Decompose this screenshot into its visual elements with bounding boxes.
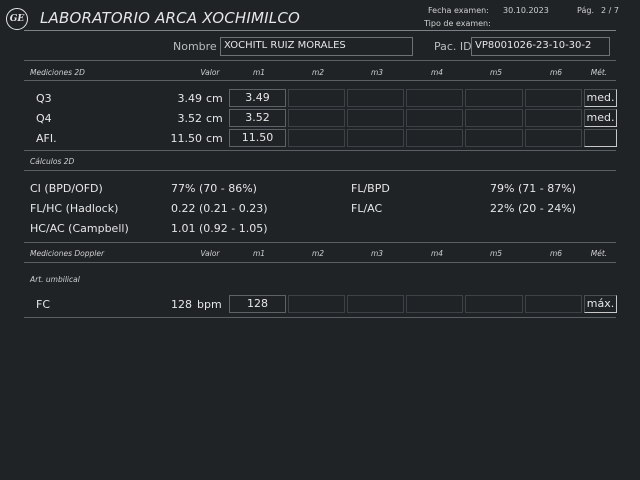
- col-met: Mét.: [590, 68, 608, 77]
- q3-m5-cell[interactable]: [465, 89, 523, 107]
- fc-m1-cell[interactable]: 128: [229, 295, 286, 313]
- col-m3: m3: [370, 68, 384, 77]
- q3-m4-cell[interactable]: [406, 89, 463, 107]
- afi-m3-cell[interactable]: [347, 129, 404, 147]
- q3-m1-cell[interactable]: 3.49: [229, 89, 286, 107]
- q3-m2-cell[interactable]: [288, 89, 345, 107]
- patient-id-label: Pac. ID: [434, 40, 472, 53]
- q3-label: Q3: [36, 92, 52, 105]
- fc-m3-cell[interactable]: [347, 295, 404, 313]
- col-m6: m6: [549, 68, 563, 77]
- patient-name-field[interactable]: XOCHITL RUIZ MORALES: [220, 37, 413, 56]
- afi-m6-cell[interactable]: [525, 129, 582, 147]
- section-mediciones-2d: Mediciones 2D: [30, 68, 85, 77]
- col-m4-doppler: m4: [430, 249, 444, 258]
- page-value: 2 / 7: [601, 6, 619, 15]
- divider: [24, 150, 616, 151]
- q4-unit: cm: [206, 112, 223, 125]
- col-valor: Valor: [200, 68, 220, 77]
- q4-m4-cell[interactable]: [406, 109, 463, 127]
- exam-date-value: 30.10.2023: [503, 6, 549, 15]
- divider: [24, 60, 616, 61]
- divider: [24, 170, 616, 171]
- fc-m5-cell[interactable]: [465, 295, 523, 313]
- fc-m4-cell[interactable]: [406, 295, 463, 313]
- col-m5-doppler: m5: [489, 249, 503, 258]
- fc-unit: bpm: [197, 298, 222, 311]
- afi-m1-cell[interactable]: 11.50: [229, 129, 286, 147]
- afi-m4-cell[interactable]: [406, 129, 463, 147]
- fc-label: FC: [36, 298, 51, 311]
- page-label: Pág.: [577, 6, 594, 15]
- col-valor-doppler: Valor: [200, 249, 220, 258]
- calc-flbpd-label: FL/BPD: [351, 182, 390, 195]
- afi-m2-cell[interactable]: [288, 129, 345, 147]
- exam-date-label: Fecha examen:: [428, 6, 489, 15]
- q4-value: 3.52: [177, 112, 203, 125]
- q4-m5-cell[interactable]: [465, 109, 523, 127]
- afi-m5-cell[interactable]: [465, 129, 523, 147]
- calc-flac-label: FL/AC: [351, 202, 383, 215]
- calc-ci-value: 77% (70 - 86%): [171, 182, 257, 195]
- q4-m3-cell[interactable]: [347, 109, 404, 127]
- subsection-art-umbilical: Art. umbilical: [30, 275, 80, 284]
- calc-flhc-value: 0.22 (0.21 - 0.23): [171, 202, 268, 215]
- section-doppler: Mediciones Doppler: [30, 249, 105, 258]
- col-m2: m2: [311, 68, 325, 77]
- header-divider: [24, 30, 616, 31]
- q4-m2-cell[interactable]: [288, 109, 345, 127]
- q3-unit: cm: [206, 92, 223, 105]
- fc-m6-cell[interactable]: [525, 295, 582, 313]
- col-m3-doppler: m3: [370, 249, 384, 258]
- afi-method-button[interactable]: [584, 129, 617, 147]
- calc-flac-value: 22% (20 - 24%): [490, 202, 576, 215]
- q3-value: 3.49: [177, 92, 203, 105]
- patient-id-field[interactable]: VP8001026-23-10-30-2: [471, 37, 610, 56]
- col-m6-doppler: m6: [549, 249, 563, 258]
- q3-m6-cell[interactable]: [525, 89, 582, 107]
- q3-m3-cell[interactable]: [347, 89, 404, 107]
- col-m2-doppler: m2: [311, 249, 325, 258]
- q4-label: Q4: [36, 112, 52, 125]
- col-m5: m5: [489, 68, 503, 77]
- fc-m2-cell[interactable]: [288, 295, 345, 313]
- q4-m6-cell[interactable]: [525, 109, 582, 127]
- exam-type-label: Tipo de examen:: [424, 19, 491, 28]
- q4-m1-cell[interactable]: 3.52: [229, 109, 286, 127]
- fc-method-button[interactable]: máx.: [584, 295, 617, 313]
- section-calculos-2d: Cálculos 2D: [30, 157, 75, 166]
- afi-label: AFI.: [36, 132, 57, 145]
- patient-name-label: Nombre: [173, 40, 217, 53]
- afi-value: 11.50: [170, 132, 203, 145]
- lab-title: LABORATORIO ARCA XOCHIMILCO: [40, 9, 301, 27]
- calc-flbpd-value: 79% (71 - 87%): [490, 182, 576, 195]
- calc-hcac-value: 1.01 (0.92 - 1.05): [171, 222, 268, 235]
- col-met-doppler: Mét.: [590, 249, 608, 258]
- divider: [24, 262, 616, 263]
- col-m1-doppler: m1: [252, 249, 266, 258]
- ge-logo-icon: GE: [6, 8, 28, 30]
- fc-value: 128: [171, 298, 192, 311]
- afi-unit: cm: [206, 132, 223, 145]
- divider: [24, 317, 616, 318]
- col-m1: m1: [252, 68, 266, 77]
- q4-method-button[interactable]: med.: [584, 109, 617, 127]
- calc-flhc-label: FL/HC (Hadlock): [30, 202, 119, 215]
- calc-ci-label: CI (BPD/OFD): [30, 182, 103, 195]
- col-m4: m4: [430, 68, 444, 77]
- q3-method-button[interactable]: med.: [584, 89, 617, 107]
- divider: [24, 242, 616, 243]
- divider: [24, 80, 616, 81]
- calc-hcac-label: HC/AC (Campbell): [30, 222, 129, 235]
